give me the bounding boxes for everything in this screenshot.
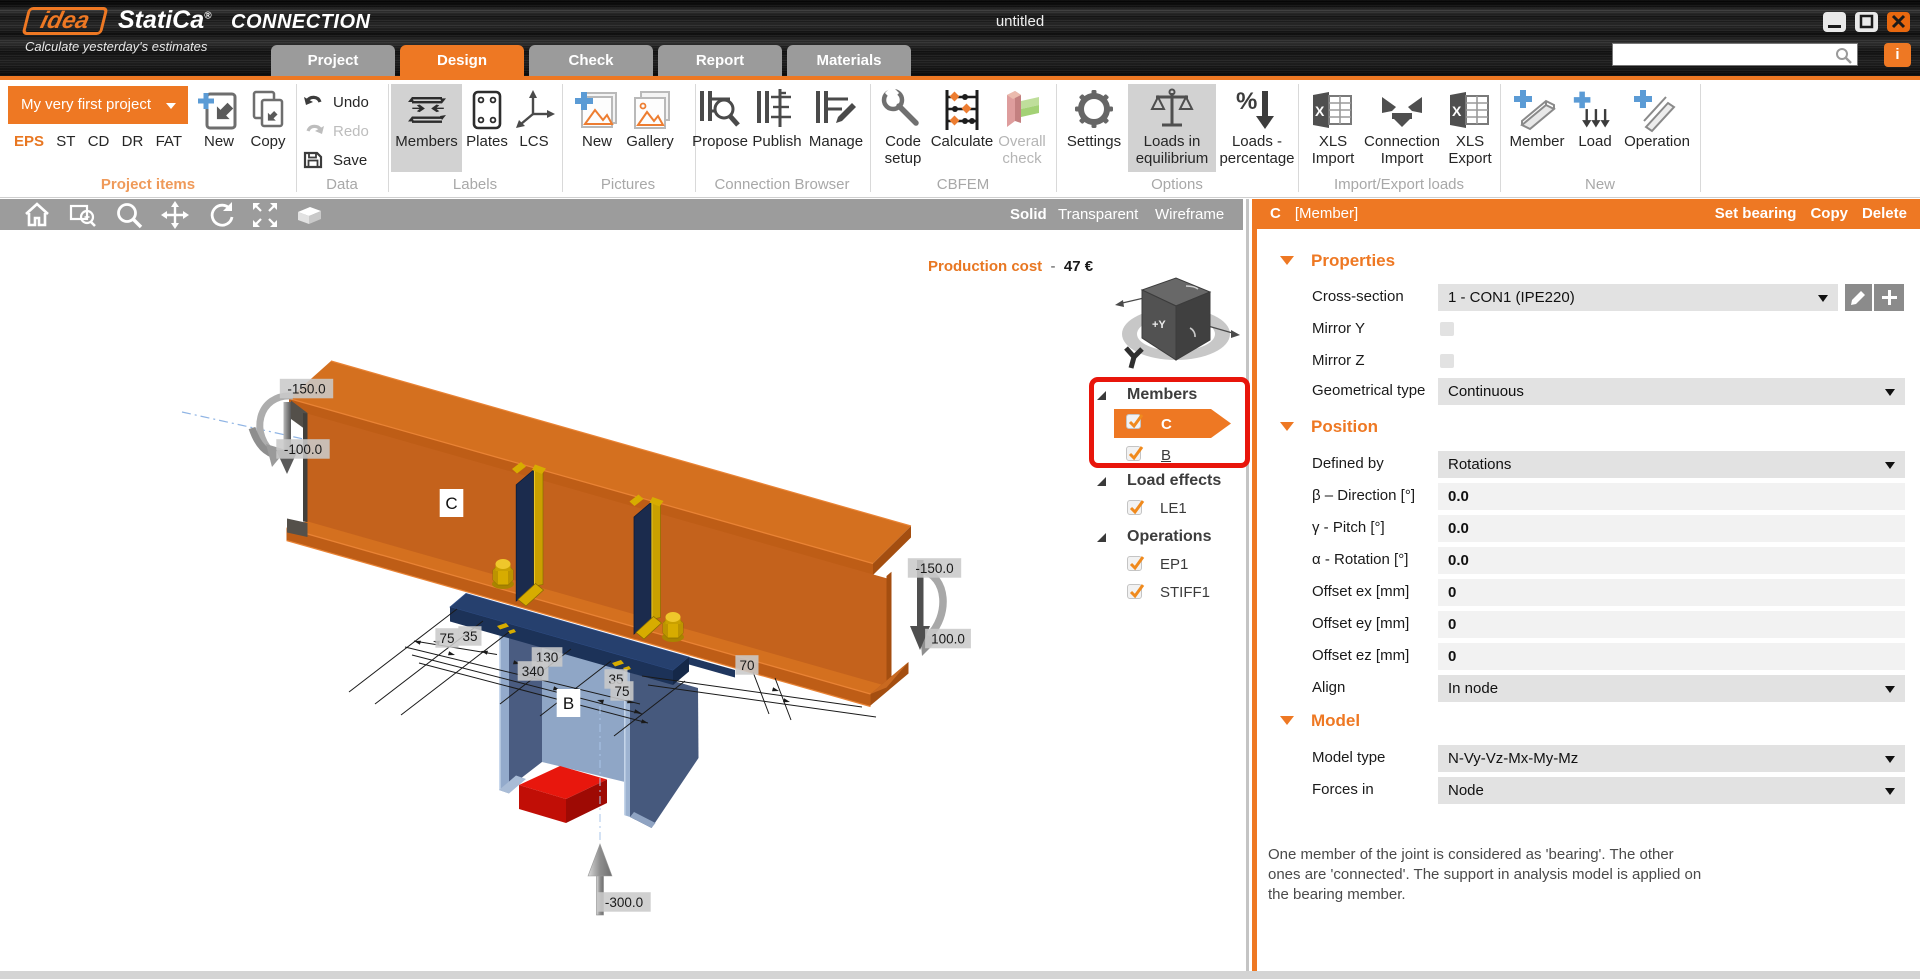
svg-text:100.0: 100.0 bbox=[931, 631, 965, 646]
svg-text:-300.0: -300.0 bbox=[605, 895, 643, 910]
svg-text:75: 75 bbox=[439, 631, 454, 646]
svg-text:-150.0: -150.0 bbox=[287, 381, 325, 396]
svg-text:X: X bbox=[1315, 103, 1325, 119]
svg-text:X: X bbox=[1452, 103, 1462, 119]
svg-text:-150.0: -150.0 bbox=[915, 561, 953, 576]
svg-text:C: C bbox=[445, 494, 457, 513]
svg-text:+Y: +Y bbox=[1152, 319, 1166, 331]
svg-text:%: % bbox=[1236, 88, 1257, 115]
svg-text:340: 340 bbox=[522, 664, 545, 679]
svg-text:-100.0: -100.0 bbox=[284, 442, 322, 457]
svg-text:70: 70 bbox=[739, 658, 754, 673]
svg-text:35: 35 bbox=[462, 629, 477, 644]
svg-text:B: B bbox=[563, 694, 574, 713]
svg-text:75: 75 bbox=[614, 684, 629, 699]
